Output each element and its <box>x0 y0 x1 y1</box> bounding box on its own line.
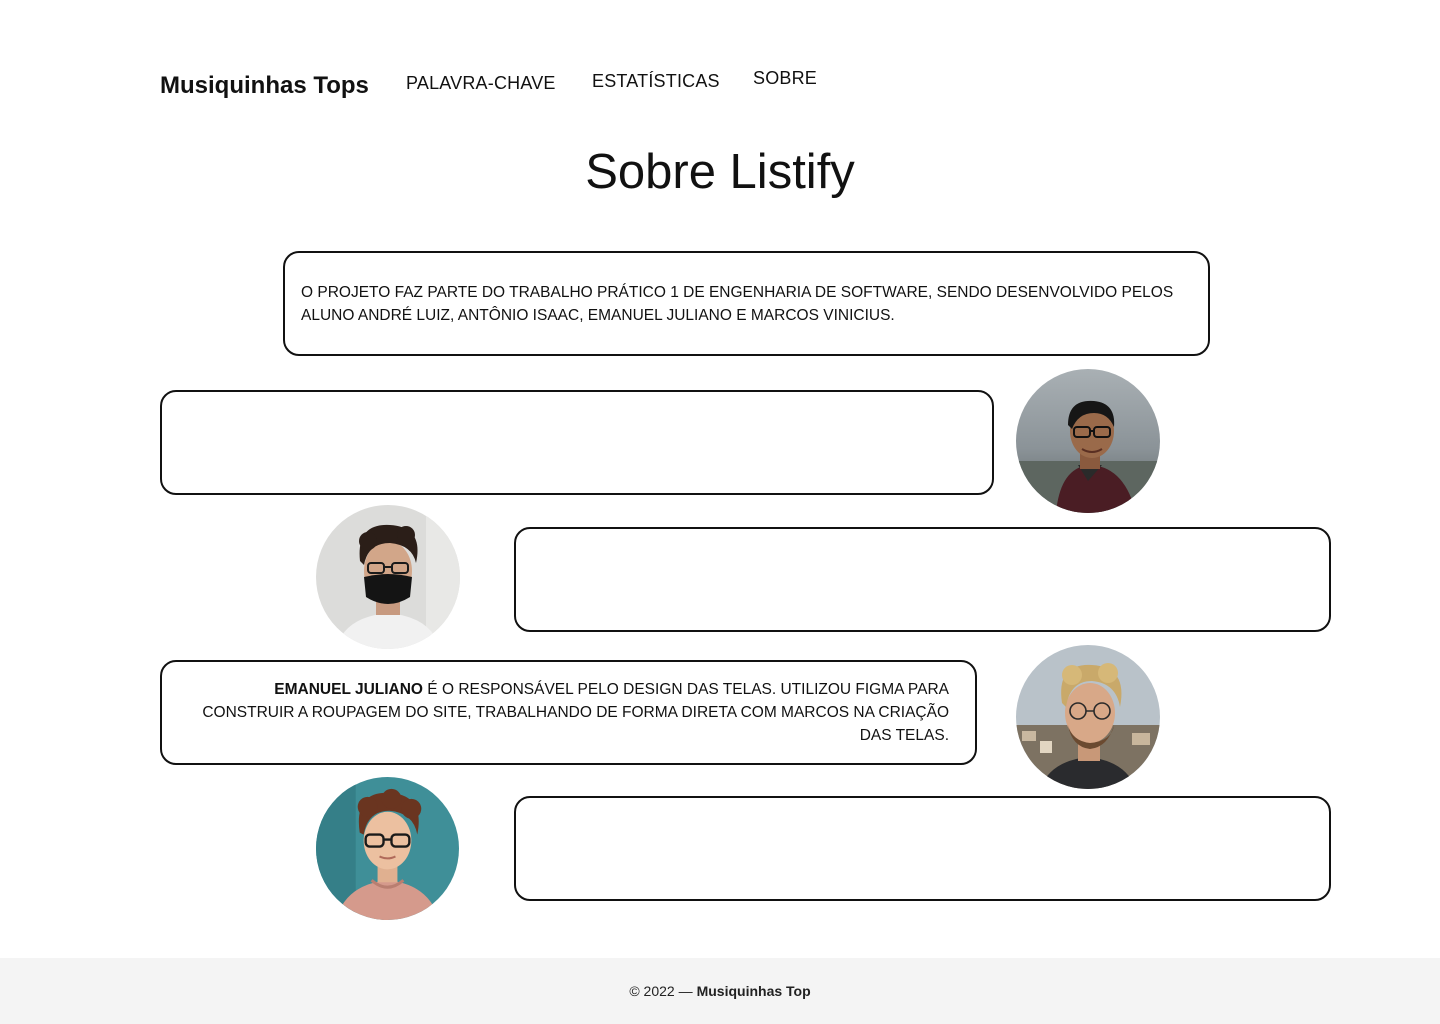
member-card-4 <box>514 796 1331 901</box>
member-avatar-4 <box>316 777 459 920</box>
nav-link-estatisticas[interactable]: ESTATÍSTICAS <box>592 71 720 92</box>
nav-link-sobre[interactable]: SOBRE <box>753 68 817 89</box>
footer-copyright: © 2022 — <box>629 983 693 999</box>
intro-card: O projeto faz parte do trabalho prático … <box>283 251 1210 356</box>
member-avatar-3 <box>1016 645 1160 789</box>
member-card-2 <box>514 527 1331 632</box>
person-2-photo <box>316 505 460 649</box>
site-footer: © 2022 — Musiquinhas Top <box>0 958 1440 1024</box>
member-avatar-1 <box>1016 369 1160 513</box>
member-avatar-2 <box>316 505 460 649</box>
person-3-photo <box>1016 645 1160 789</box>
member-card-3: Emanuel Juliano é o responsável pelo des… <box>160 660 977 765</box>
brand-logo[interactable]: Musiquinhas Tops <box>160 72 369 100</box>
page-title: Sobre Listify <box>585 145 855 199</box>
nav-link-palavra-chave[interactable]: PALAVRA-CHAVE <box>406 73 556 94</box>
intro-text: O projeto faz parte do trabalho prático … <box>301 283 1174 324</box>
member-card-1 <box>160 390 994 495</box>
person-1-photo <box>1016 369 1160 513</box>
member-name: Emanuel Juliano <box>274 681 423 698</box>
person-4-photo <box>316 777 459 920</box>
footer-brand: Musiquinhas Top <box>696 983 811 999</box>
